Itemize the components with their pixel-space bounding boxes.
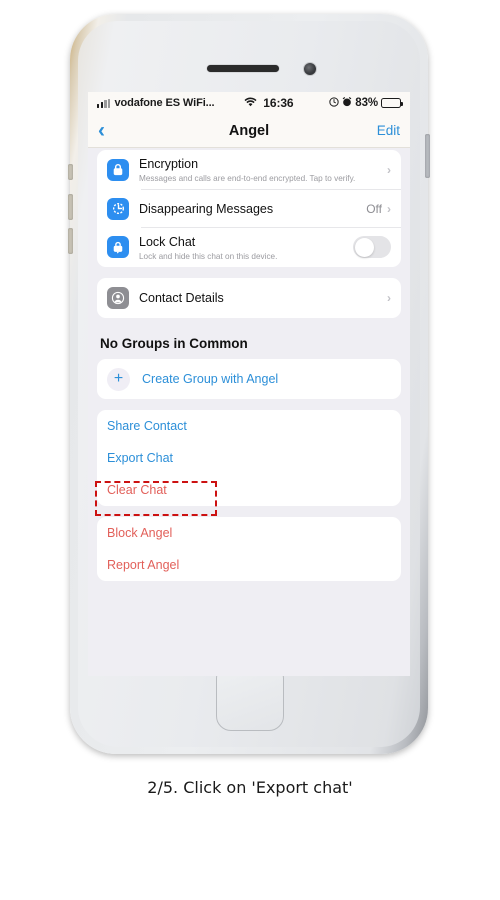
- row-title: Contact Details: [139, 291, 224, 306]
- chevron-right-icon: ›: [387, 162, 391, 177]
- status-bar: vodafone ES WiFi... 16:36 83%: [88, 92, 410, 114]
- chat-settings-card: Encryption Messages and calls are end-to…: [97, 150, 401, 268]
- alarm-icon: [342, 96, 352, 110]
- lock-chat-icon: [107, 236, 129, 259]
- chevron-right-icon: ›: [387, 291, 391, 306]
- plus-icon: +: [107, 367, 130, 391]
- contact-person-icon: [107, 287, 129, 310]
- row-lock-chat[interactable]: Lock Chat Lock and hide this chat on thi…: [97, 228, 401, 268]
- page-title: Angel: [228, 122, 270, 139]
- screenshot-root: vodafone ES WiFi... 16:36 83% ‹ Angel Ed…: [0, 0, 500, 900]
- row-contact-text: Contact Details: [139, 284, 387, 312]
- row-disappearing-messages[interactable]: Disappearing Messages Off ›: [97, 190, 401, 228]
- row-subtitle: Lock and hide this chat on this device.: [139, 251, 278, 261]
- volume-up-button[interactable]: [68, 194, 73, 220]
- silent-switch[interactable]: [68, 164, 73, 180]
- block-contact-button[interactable]: Block Angel: [97, 517, 401, 549]
- create-group-card: + Create Group with Angel: [97, 359, 401, 400]
- row-encryption-text: Encryption Messages and calls are end-to…: [139, 150, 387, 190]
- row-contact-details[interactable]: Contact Details ›: [97, 278, 401, 318]
- row-title: Lock Chat: [139, 234, 196, 249]
- battery-icon: [381, 98, 403, 108]
- row-lock-chat-text: Lock Chat Lock and hide this chat on thi…: [139, 228, 353, 268]
- lock-chat-toggle[interactable]: [353, 236, 391, 259]
- caption-text: 2/5. Click on 'Export chat': [147, 778, 353, 797]
- settings-scroll-area[interactable]: Encryption Messages and calls are end-to…: [88, 150, 410, 582]
- report-contact-button[interactable]: Report Angel: [97, 549, 401, 581]
- row-subtitle: Messages and calls are end-to-end encryp…: [139, 174, 356, 183]
- phone-device-frame: vodafone ES WiFi... 16:36 83% ‹ Angel Ed…: [68, 14, 430, 754]
- edit-button[interactable]: Edit: [377, 123, 400, 138]
- timer-icon: [107, 197, 129, 220]
- share-contact-button[interactable]: Share Contact: [97, 410, 401, 442]
- phone-screen: vodafone ES WiFi... 16:36 83% ‹ Angel Ed…: [88, 92, 410, 676]
- signal-bars-icon: [97, 98, 111, 108]
- row-disappearing-text: Disappearing Messages: [139, 195, 366, 223]
- status-time: 16:36: [263, 96, 294, 110]
- row-title: Encryption: [139, 157, 199, 171]
- danger-actions-card: Block Angel Report Angel: [97, 517, 401, 582]
- power-button[interactable]: [425, 134, 430, 178]
- contact-details-card: Contact Details ›: [97, 278, 401, 319]
- row-value: Off: [366, 201, 382, 216]
- export-chat-button[interactable]: Export Chat: [97, 442, 401, 474]
- clear-chat-button[interactable]: Clear Chat: [97, 474, 401, 506]
- chevron-right-icon: ›: [387, 201, 391, 216]
- create-group-label: Create Group with Angel: [142, 372, 279, 387]
- location-icon: [329, 96, 339, 110]
- row-title: Disappearing Messages: [139, 201, 274, 216]
- navigation-bar: ‹ Angel Edit: [88, 114, 410, 148]
- front-camera: [303, 62, 317, 76]
- row-encryption[interactable]: Encryption Messages and calls are end-to…: [97, 150, 401, 190]
- row-create-group[interactable]: + Create Group with Angel: [97, 359, 401, 399]
- wifi-icon: [244, 97, 257, 110]
- carrier-label: vodafone ES WiFi...: [114, 97, 215, 109]
- lock-icon: [107, 158, 129, 181]
- groups-section-header: No Groups in Common: [100, 336, 248, 352]
- volume-down-button[interactable]: [68, 228, 73, 254]
- earpiece-speaker: [207, 65, 279, 72]
- battery-percent-label: 83%: [355, 97, 378, 109]
- chat-actions-card: Share Contact Export Chat Clear Chat: [97, 410, 401, 507]
